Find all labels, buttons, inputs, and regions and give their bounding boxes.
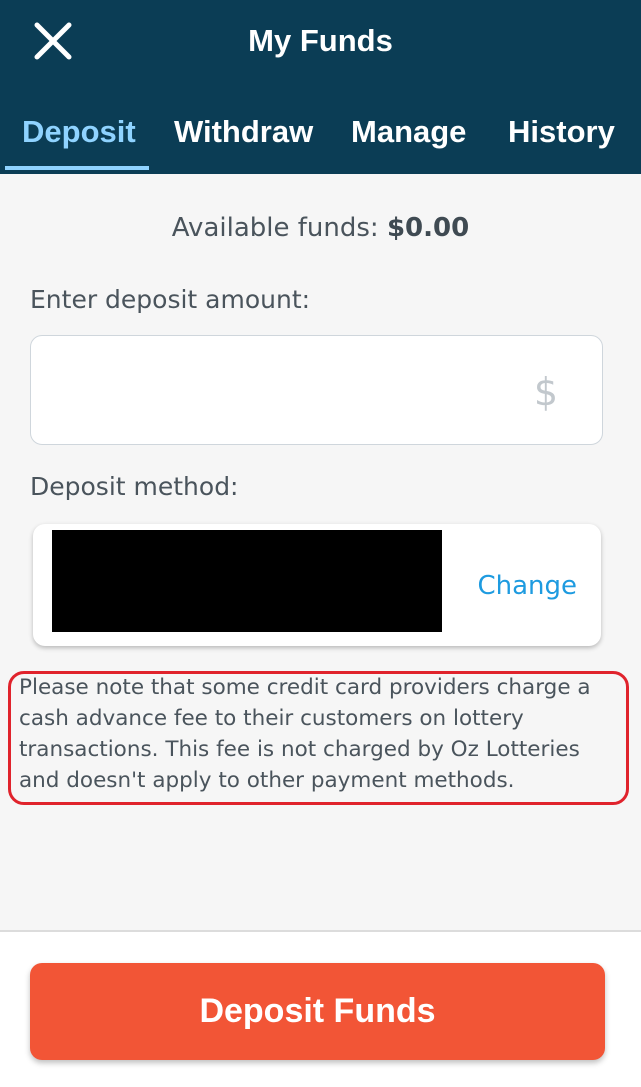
credit-card-fee-notice: Please note that some credit card provid… [19,675,591,793]
deposit-method-card[interactable]: Change [33,524,601,646]
redacted-payment-details [52,530,442,632]
tab-deposit[interactable]: Deposit [22,112,136,152]
deposit-amount-field[interactable]: $ [30,335,603,445]
tab-history[interactable]: History [508,112,615,152]
tab-bar: Deposit Withdraw Manage History [0,106,641,174]
available-funds-label: Available funds: [171,213,379,243]
available-funds: Available funds: $0.00 [0,210,641,246]
dollar-icon: $ [533,370,558,414]
deposit-amount-label: Enter deposit amount: [30,285,311,314]
deposit-funds-button[interactable]: Deposit Funds [30,963,605,1060]
change-method-link[interactable]: Change [477,568,577,604]
tab-manage[interactable]: Manage [351,112,466,152]
deposit-amount-input[interactable] [49,366,533,418]
page-title: My Funds [248,23,393,58]
tab-withdraw[interactable]: Withdraw [174,112,313,152]
available-funds-amount: $0.00 [386,213,470,243]
active-tab-indicator [5,166,149,170]
deposit-method-label: Deposit method: [30,472,239,501]
app-header: My Funds Deposit Withdraw Manage History [0,0,641,174]
